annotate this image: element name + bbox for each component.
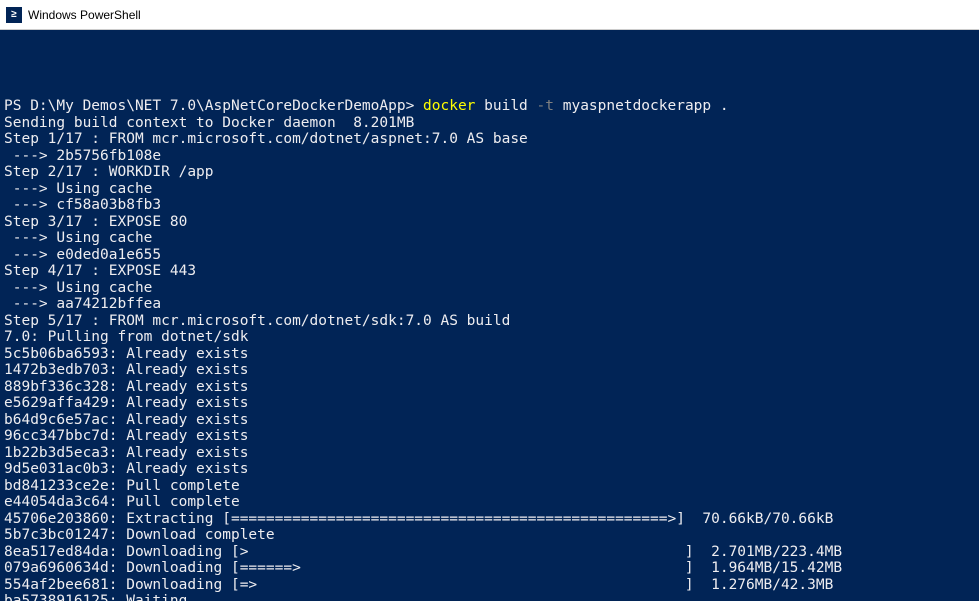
output-line: Step 3/17 : EXPOSE 80 [4, 214, 187, 230]
output-line: ---> Using cache [4, 230, 152, 246]
command-sub: build [484, 98, 536, 114]
prompt-prefix: PS D:\My Demos\NET 7.0\AspNetCoreDockerD… [4, 98, 423, 114]
output-line: 554af2bee681: Downloading [=> ] 1.276MB/… [4, 577, 833, 593]
output-line: ---> aa74212bffea [4, 296, 161, 312]
output-line: ---> 2b5756fb108e [4, 148, 161, 164]
output-line: Step 5/17 : FROM mcr.microsoft.com/dotne… [4, 313, 510, 329]
output-line: b64d9c6e57ac: Already exists [4, 412, 248, 428]
output-line: 5c5b06ba6593: Already exists [4, 346, 248, 362]
output-line: 45706e203860: Extracting [==============… [4, 511, 833, 527]
prompt-line: PS D:\My Demos\NET 7.0\AspNetCoreDockerD… [4, 98, 729, 114]
output-line: e5629affa429: Already exists [4, 395, 248, 411]
titlebar[interactable]: ≥ Windows PowerShell [0, 0, 979, 30]
output-line: ---> cf58a03b8fb3 [4, 197, 161, 213]
output-line: 96cc347bbc7d: Already exists [4, 428, 248, 444]
output-line: e44054da3c64: Pull complete [4, 494, 240, 510]
output-line: ---> e0ded0a1e655 [4, 247, 161, 263]
output-line: Sending build context to Docker daemon 8… [4, 115, 414, 131]
output-line: 079a6960634d: Downloading [======> ] 1.9… [4, 560, 842, 576]
output-line: Step 4/17 : EXPOSE 443 [4, 263, 196, 279]
output-line: ---> Using cache [4, 280, 152, 296]
output-line: 8ea517ed84da: Downloading [> ] 2.701MB/2… [4, 544, 842, 560]
output-line: 9d5e031ac0b3: Already exists [4, 461, 248, 477]
output-line: ba5738916125: Waiting [4, 593, 187, 601]
powershell-icon: ≥ [6, 7, 22, 23]
output-line: 1472b3edb703: Already exists [4, 362, 248, 378]
terminal-output[interactable]: PS D:\My Demos\NET 7.0\AspNetCoreDockerD… [0, 30, 979, 601]
command-flag: -t [537, 98, 563, 114]
blank-line [4, 65, 13, 81]
output-line: ---> Using cache [4, 181, 152, 197]
output-line: 7.0: Pulling from dotnet/sdk [4, 329, 248, 345]
output-line: 5b7c3bc01247: Download complete [4, 527, 275, 543]
output-line: Step 2/17 : WORKDIR /app [4, 164, 214, 180]
command-docker: docker [423, 98, 484, 114]
output-line: 889bf336c328: Already exists [4, 379, 248, 395]
blank-line [4, 49, 13, 65]
blank-line [4, 82, 13, 98]
output-line: 1b22b3d5eca3: Already exists [4, 445, 248, 461]
output-line: Step 1/17 : FROM mcr.microsoft.com/dotne… [4, 131, 528, 147]
output-line: bd841233ce2e: Pull complete [4, 478, 240, 494]
command-args: myaspnetdockerapp . [563, 98, 729, 114]
window-title: Windows PowerShell [28, 8, 141, 22]
